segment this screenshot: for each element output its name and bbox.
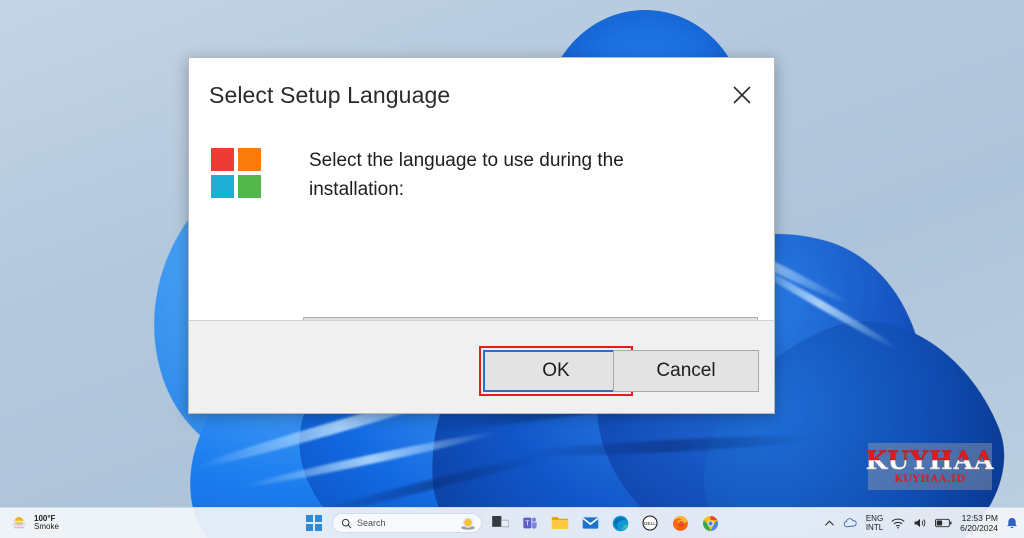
weather-condition: Smoke	[34, 522, 59, 531]
edge-icon	[612, 515, 628, 531]
clock-date: 6/20/2024	[960, 523, 998, 533]
search-input[interactable]: Search	[332, 513, 482, 533]
teams-icon: T	[523, 517, 537, 529]
watermark-sub-text: KUYHAA.ID	[894, 473, 966, 485]
windows-squares-logo-icon	[211, 148, 261, 198]
search-placeholder: Search	[357, 518, 386, 528]
mail-icon	[582, 517, 598, 529]
windows-start-icon	[306, 515, 322, 531]
kuyhaa-watermark: KUYHAA KUYHAA.ID	[865, 443, 995, 490]
dialog-message: Select the language to use during the in…	[309, 150, 624, 200]
svg-text:T: T	[525, 519, 530, 528]
bell-icon[interactable]	[1006, 517, 1018, 530]
dialog-body: Select the language to use during the in…	[189, 132, 774, 356]
dialog-title: Select Setup Language	[209, 81, 451, 108]
clock[interactable]: 12:53 PM 6/20/2024	[960, 513, 998, 533]
dialog-titlebar: Select Setup Language	[189, 58, 774, 132]
dell-icon: DELL	[642, 515, 658, 531]
weather-text: 100°F Smoke	[34, 514, 59, 532]
wifi-icon[interactable]	[891, 518, 905, 529]
language-line1: ENG	[865, 514, 884, 523]
dialog-footer: OK Cancel	[189, 320, 774, 413]
close-icon[interactable]	[720, 74, 764, 116]
mail-button[interactable]	[578, 511, 602, 535]
task-view-button[interactable]	[488, 511, 512, 535]
file-explorer-button[interactable]	[548, 511, 572, 535]
chrome-icon	[702, 515, 718, 531]
message-row: Select the language to use during the in…	[209, 132, 754, 204]
search-icon	[341, 518, 352, 528]
weather-widget[interactable]: 100°F Smoke	[10, 514, 59, 532]
language-line2: INTL	[865, 523, 884, 532]
cancel-button[interactable]: Cancel	[613, 350, 759, 392]
svg-text:DELL: DELL	[644, 521, 656, 526]
chevron-up-icon[interactable]	[824, 519, 835, 528]
firefox-button[interactable]	[668, 511, 692, 535]
task-view-icon	[491, 515, 509, 527]
select-setup-language-dialog: Select Setup Language Select the languag…	[188, 57, 775, 414]
weather-smoke-icon	[12, 517, 26, 529]
desktop-screen: Select Setup Language Select the languag…	[0, 0, 1024, 538]
taskbar: 100°F Smoke Search T DELL ENG INTL 12:53…	[0, 507, 1024, 538]
copilot-orb-icon	[459, 515, 477, 538]
clock-time: 12:53 PM	[961, 513, 998, 523]
edge-button[interactable]	[608, 511, 632, 535]
ok-button[interactable]: OK	[483, 350, 629, 392]
speaker-icon[interactable]	[913, 517, 927, 529]
start-button[interactable]	[302, 511, 326, 535]
battery-icon[interactable]	[935, 518, 952, 528]
dell-button[interactable]: DELL	[638, 511, 662, 535]
folder-icon	[551, 517, 569, 529]
watermark-main-text: KUYHAA	[865, 445, 995, 475]
taskbar-center-group: Search T DELL	[302, 511, 722, 535]
language-indicator[interactable]: ENG INTL	[866, 514, 883, 532]
firefox-icon	[672, 515, 688, 531]
teams-button[interactable]: T	[518, 511, 542, 535]
chrome-button[interactable]	[698, 511, 722, 535]
system-tray: ENG INTL 12:53 PM 6/20/2024	[824, 513, 1018, 533]
cloud-icon[interactable]	[843, 517, 858, 529]
